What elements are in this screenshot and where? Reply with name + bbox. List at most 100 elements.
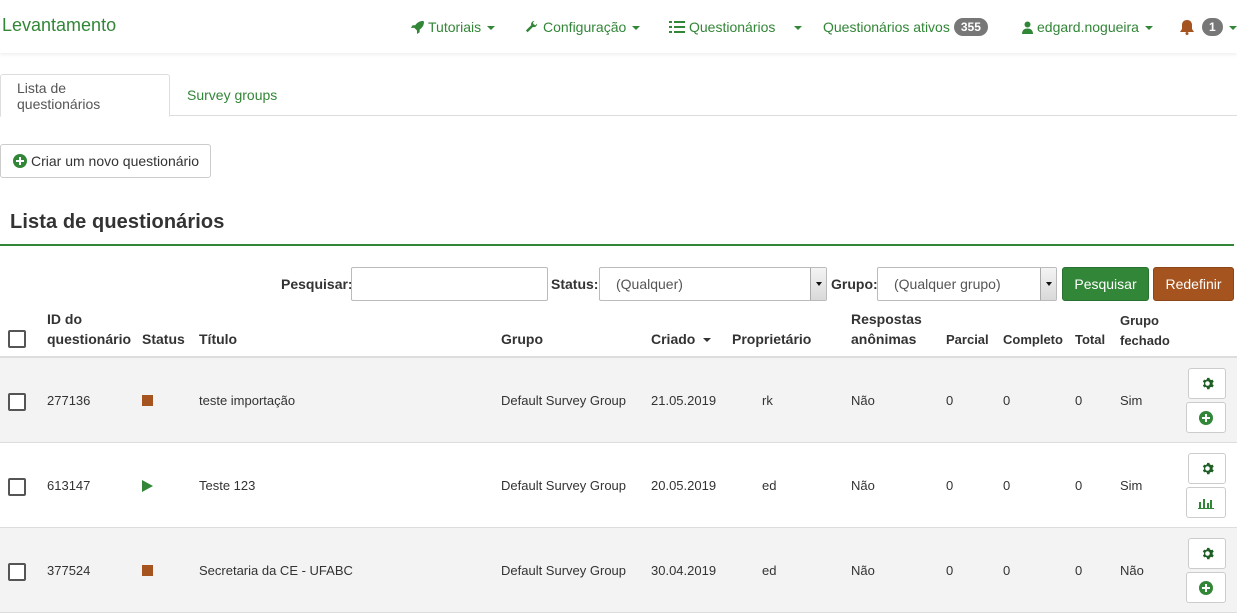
gear-icon: [1202, 462, 1214, 475]
row-anonymous: Não: [851, 563, 875, 578]
plus-circle-icon: [1199, 410, 1213, 425]
row-partial: 0: [946, 393, 954, 408]
plus-circle-icon: [1199, 580, 1213, 595]
nav-questionarios-label: Questionários: [689, 19, 776, 35]
plus-circle-icon: [13, 154, 27, 168]
col-status[interactable]: Status: [142, 329, 185, 349]
col-group[interactable]: Grupo: [501, 329, 543, 349]
create-survey-button[interactable]: Criar um novo questionário: [0, 144, 211, 178]
table-row[interactable]: 613147 Teste 123 Default Survey Group 20.05…: [0, 443, 1237, 528]
chevron-down-icon: [1144, 25, 1153, 30]
col-owner[interactable]: Proprietário: [732, 329, 811, 349]
status-filter-value: (Qualquer): [616, 276, 683, 292]
row-closed-group: Sim: [1120, 393, 1143, 408]
row-closed-group: Não: [1120, 563, 1144, 578]
col-id[interactable]: ID do questionário: [47, 309, 131, 349]
row-title[interactable]: Teste 123: [199, 443, 255, 528]
status-filter-select[interactable]: (Qualquer): [599, 267, 827, 301]
rocket-icon: [410, 20, 424, 34]
search-input[interactable]: [351, 267, 548, 301]
wrench-icon: [525, 20, 538, 33]
gear-icon: [1202, 547, 1214, 560]
row-partial: 0: [946, 478, 954, 493]
bar-chart-icon: [1198, 498, 1214, 509]
col-complete[interactable]: Completo: [1003, 330, 1063, 350]
row-owner: ed: [762, 563, 777, 578]
add-response-button[interactable]: [1186, 402, 1226, 433]
row-created: 30.04.2019: [651, 563, 717, 578]
col-closed-line2: fechado: [1120, 333, 1170, 348]
col-created[interactable]: Criado: [651, 329, 712, 349]
nav-questionarios-dropdown[interactable]: [788, 17, 802, 37]
row-id[interactable]: 613147: [47, 443, 90, 528]
row-id[interactable]: 277136: [47, 358, 90, 443]
row-status: [142, 443, 153, 528]
nav-tutoriais-label: Tutoriais: [428, 19, 482, 35]
stop-icon: [142, 395, 153, 406]
nav-questionarios[interactable]: Questionários: [669, 17, 775, 37]
row-title[interactable]: teste importação: [199, 358, 295, 443]
statistics-button[interactable]: [1186, 487, 1226, 518]
title-divider: [0, 244, 1234, 246]
top-navbar: Levantamento Tutoriais Configuração Ques…: [0, 0, 1237, 53]
row-owner: ed: [762, 478, 777, 493]
col-closed-line1: Grupo: [1120, 313, 1159, 328]
nav-questionarios-ativos[interactable]: Questionários ativos 355: [823, 17, 988, 37]
tab-survey-groups[interactable]: Survey groups: [171, 74, 293, 116]
col-anonymous[interactable]: Respostas anônimas: [851, 309, 922, 349]
col-total[interactable]: Total: [1075, 330, 1105, 350]
nav-user-menu[interactable]: edgard.nogueira: [1022, 17, 1153, 37]
row-total: 0: [1075, 478, 1083, 493]
row-group: Default Survey Group: [501, 478, 627, 493]
row-group: Default Survey Group: [501, 393, 627, 408]
survey-settings-button[interactable]: [1188, 453, 1226, 484]
col-partial[interactable]: Parcial: [946, 330, 989, 350]
group-filter-value: (Qualquer grupo): [894, 276, 1001, 292]
row-id[interactable]: 377524: [47, 528, 90, 613]
row-total: 0: [1075, 563, 1083, 578]
survey-settings-button[interactable]: [1188, 368, 1226, 399]
chevron-down-icon: [487, 25, 496, 30]
tab-survey-list[interactable]: Lista de questionários: [0, 74, 170, 117]
table-header: ID do questionário Status Título Grupo C…: [0, 306, 1237, 358]
row-checkbox[interactable]: [8, 563, 26, 581]
row-checkbox[interactable]: [8, 478, 26, 496]
brand-link[interactable]: Levantamento: [2, 15, 116, 36]
active-count-badge: 355: [953, 18, 988, 36]
user-icon: [1022, 21, 1033, 34]
dropdown-arrow-icon: [1040, 268, 1056, 300]
row-title[interactable]: Secretaria da CE - UFABC: [199, 528, 353, 613]
table-row[interactable]: 377524 Secretaria da CE - UFABC Default Su…: [0, 528, 1237, 613]
nav-notifications[interactable]: 1: [1180, 17, 1237, 37]
row-closed-group: Sim: [1120, 478, 1143, 493]
nav-tutoriais[interactable]: Tutoriais: [410, 17, 496, 37]
table-row[interactable]: 277136 teste importação Default Survey Gro…: [0, 358, 1237, 443]
row-group: Default Survey Group: [501, 563, 627, 578]
row-anonymous: Não: [851, 478, 875, 493]
select-all-checkbox[interactable]: [8, 330, 26, 348]
sort-desc-icon: [703, 338, 712, 343]
col-anon-line1: Respostas: [851, 311, 922, 327]
list-icon: [669, 21, 685, 33]
notification-count-badge: 1: [1202, 18, 1223, 36]
nav-configuracao[interactable]: Configuração: [525, 17, 641, 37]
group-filter-select[interactable]: (Qualquer grupo): [877, 267, 1057, 301]
create-survey-label: Criar um novo questionário: [31, 153, 200, 169]
row-complete: 0: [1003, 478, 1011, 493]
survey-settings-button[interactable]: [1188, 538, 1226, 569]
gear-icon: [1202, 377, 1214, 390]
row-checkbox[interactable]: [8, 393, 26, 411]
col-created-label: Criado: [651, 331, 696, 347]
page-title: Lista de questionários: [10, 211, 225, 233]
reset-button[interactable]: Redefinir: [1153, 267, 1234, 301]
row-complete: 0: [1003, 563, 1011, 578]
col-closed-group[interactable]: Grupo fechado: [1120, 311, 1170, 351]
bell-icon: [1180, 19, 1194, 35]
row-status: [142, 528, 153, 613]
row-anonymous: Não: [851, 393, 875, 408]
stop-icon: [142, 565, 153, 576]
search-button[interactable]: Pesquisar: [1062, 267, 1149, 301]
add-response-button[interactable]: [1186, 572, 1226, 603]
col-title[interactable]: Título: [199, 329, 237, 349]
tab-bar: Lista de questionários Survey groups: [0, 74, 1237, 117]
